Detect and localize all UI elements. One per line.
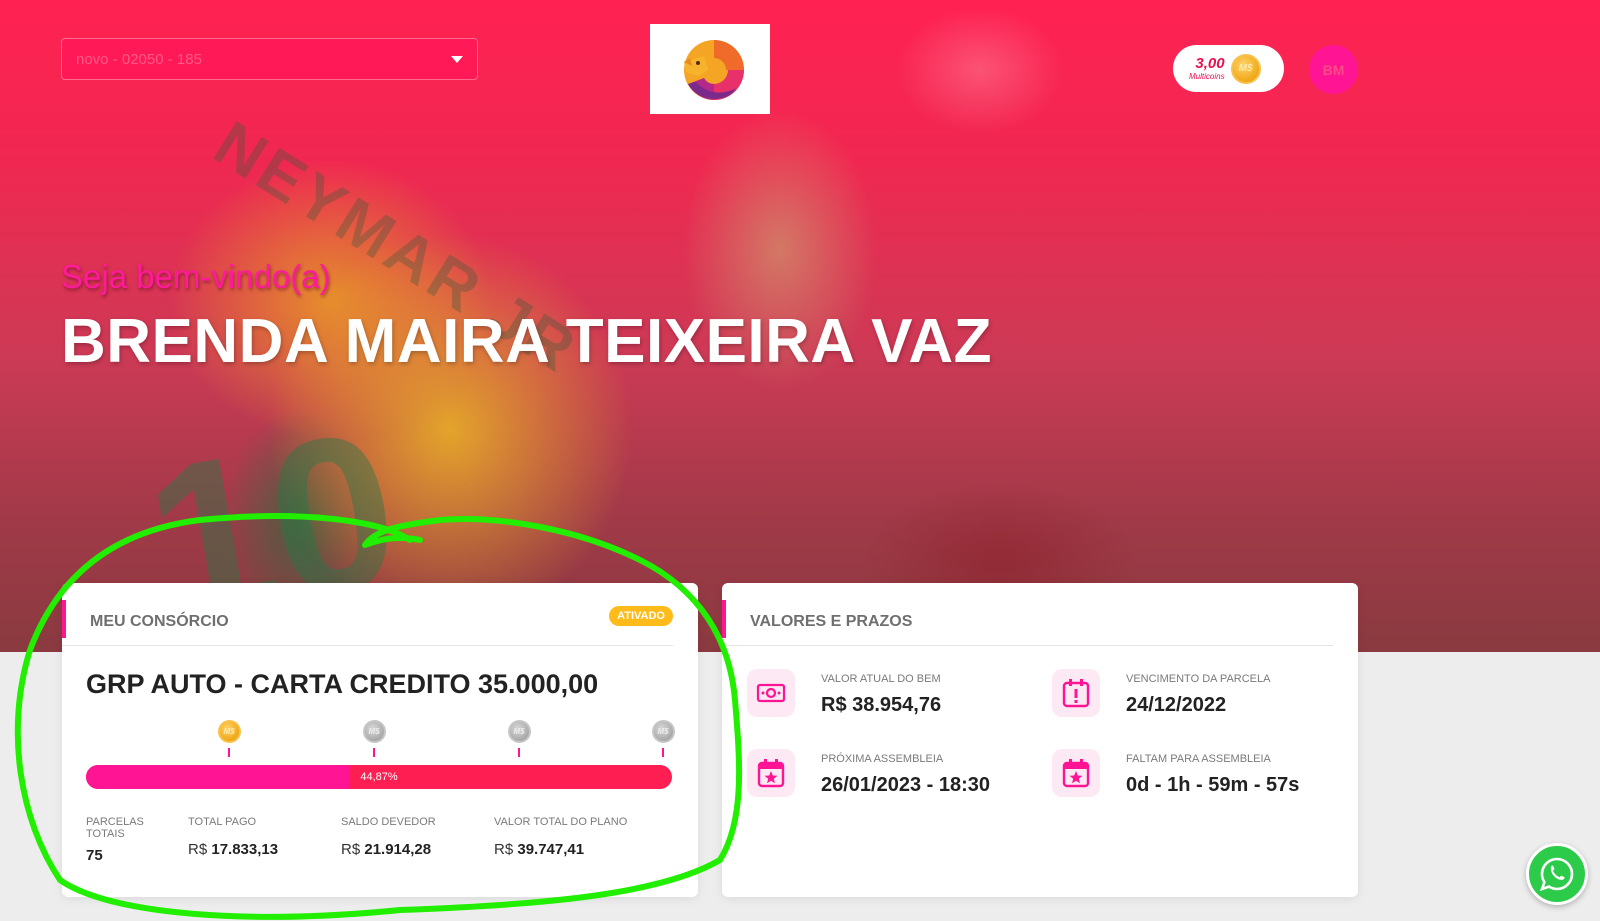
card-header: VALORES E PRAZOS [722, 600, 1333, 646]
brand-logo[interactable] [650, 24, 770, 114]
info-value: 0d - 1h - 59m - 57s [1126, 774, 1300, 796]
info-valor-atual: VALOR ATUAL DO BEM R$ 38.954,76 [747, 669, 941, 717]
coin-gold-icon: M$ [217, 720, 241, 743]
payment-progress-bar: 44,87% [86, 765, 672, 789]
info-value: R$ 38.954,76 [821, 694, 942, 716]
stat-label: TOTAL PAGO [188, 816, 257, 828]
stat-valor-total: VALOR TOTAL DO PLANO R$ 39.747,41 [494, 816, 627, 858]
info-value: 24/12/2022 [1126, 694, 1227, 716]
plan-selector-dropdown[interactable]: novo - 02050 - 185 [61, 38, 478, 80]
progress-percentage: 44,87% [360, 771, 398, 783]
info-text: VALOR ATUAL DO BEM R$ 38.954,76 [821, 669, 941, 717]
money-icon [747, 669, 795, 717]
info-label: FALTAM PARA ASSEMBLEIA [1126, 753, 1271, 765]
card-accent-bar [62, 600, 66, 638]
plan-name: GRP AUTO - CARTA CREDITO 35.000,00 [86, 669, 599, 699]
stat-parcelas-totais: PARCELAS TOTAIS 75 [86, 816, 166, 864]
info-value: 26/01/2023 - 18:30 [821, 774, 991, 796]
milestone-tick [662, 748, 664, 757]
milestone-1: M$ [217, 720, 241, 757]
info-text: FALTAM PARA ASSEMBLEIA 0d - 1h - 59m - 5… [1126, 749, 1299, 797]
stat-label: SALDO DEVEDOR [341, 816, 436, 828]
info-label: VENCIMENTO DA PARCELA [1126, 673, 1271, 685]
chevron-down-icon [451, 55, 463, 63]
milestone-tick [518, 748, 520, 757]
stat-value: 75 [86, 847, 103, 864]
milestone-4: M$ [651, 720, 675, 757]
info-proxima-assembleia: PRÓXIMA ASSEMBLEIA 26/01/2023 - 18:30 [747, 749, 990, 797]
multicoins-label: Multicoins [1189, 72, 1225, 81]
multicoins-balance[interactable]: 3,00 Multicoins M$ [1173, 45, 1284, 92]
stat-value-row: R$ 17.833,13 [188, 841, 278, 858]
currency-symbol: R$ [341, 841, 361, 858]
multicoins-value-group: 3,00 Multicoins [1189, 55, 1225, 82]
valores-prazos-card: VALORES E PRAZOS VALOR ATUAL DO BEM R$ 3… [722, 583, 1358, 897]
milestone-tick [373, 748, 375, 757]
status-badge: ATIVADO [609, 606, 673, 626]
card-header: MEU CONSÓRCIO ATIVADO [62, 600, 673, 646]
user-avatar[interactable]: BM [1309, 45, 1358, 94]
info-label: PRÓXIMA ASSEMBLEIA [821, 753, 944, 765]
info-text: PRÓXIMA ASSEMBLEIA 26/01/2023 - 18:30 [821, 749, 990, 797]
multicoins-amount: 3,00 [1195, 55, 1225, 72]
currency-symbol: R$ [188, 841, 208, 858]
milestone-2: M$ [362, 720, 386, 757]
meu-consorcio-card: MEU CONSÓRCIO ATIVADO GRP AUTO - CARTA C… [62, 583, 698, 897]
info-text: VENCIMENTO DA PARCELA 24/12/2022 [1126, 669, 1270, 717]
calendar-alert-icon [1052, 669, 1100, 717]
coin-grey-icon: M$ [507, 720, 531, 743]
whatsapp-button[interactable] [1526, 843, 1588, 905]
stat-value: 21.914,28 [364, 841, 432, 858]
currency-symbol: R$ [494, 841, 514, 858]
whatsapp-icon [1539, 857, 1574, 892]
plan-selector-value: novo - 02050 - 185 [76, 50, 202, 68]
info-faltam-assembleia: FALTAM PARA ASSEMBLEIA 0d - 1h - 59m - 5… [1052, 749, 1299, 797]
card-title: VALORES E PRAZOS [750, 613, 913, 630]
stat-label: PARCELAS TOTAIS [86, 816, 144, 840]
calendar-star-icon [1052, 749, 1100, 797]
stat-value-row: R$ 21.914,28 [341, 841, 436, 858]
stat-saldo-devedor: SALDO DEVEDOR R$ 21.914,28 [341, 816, 436, 858]
stat-value-row: R$ 39.747,41 [494, 841, 627, 858]
user-name-heading: BRENDA MAIRA TEIXEIRA VAZ [61, 307, 993, 376]
milestone-tick [228, 748, 230, 757]
stat-label: VALOR TOTAL DO PLANO [494, 816, 628, 828]
milestone-3: M$ [507, 720, 531, 757]
stat-value: 17.833,13 [211, 841, 279, 858]
stat-value: 39.747,41 [517, 841, 585, 858]
coin-icon: M$ [1230, 53, 1261, 84]
card-title: MEU CONSÓRCIO [90, 613, 229, 630]
info-label: VALOR ATUAL DO BEM [821, 673, 941, 685]
calendar-star-icon [747, 749, 795, 797]
coin-grey-icon: M$ [651, 720, 675, 743]
welcome-text: Seja bem-vindo(a) [61, 258, 331, 295]
stat-total-pago: TOTAL PAGO R$ 17.833,13 [188, 816, 278, 858]
card-accent-bar [722, 600, 726, 638]
lion-logo-icon [684, 40, 744, 100]
info-vencimento: VENCIMENTO DA PARCELA 24/12/2022 [1052, 669, 1270, 717]
coin-grey-icon: M$ [362, 720, 386, 743]
